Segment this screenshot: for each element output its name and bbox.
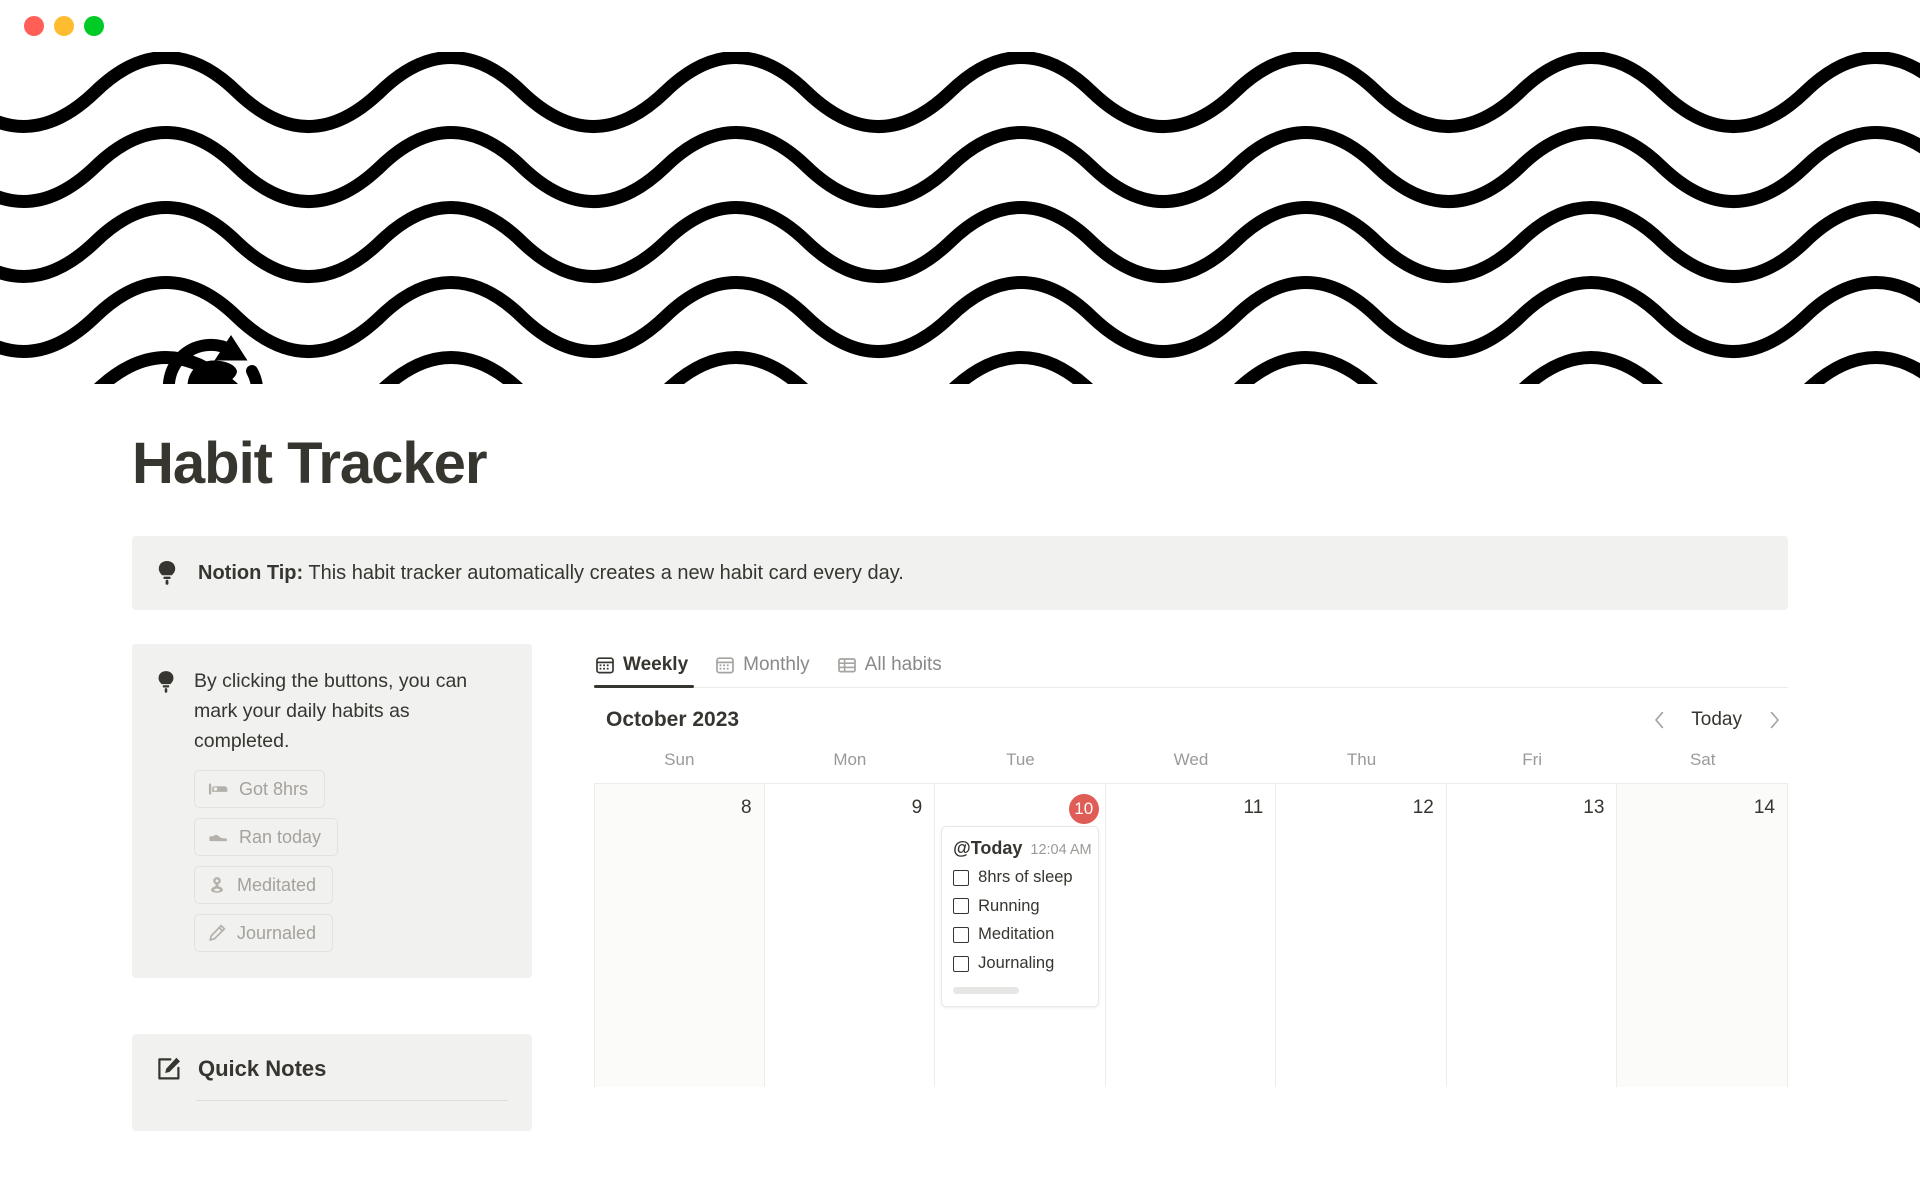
checkbox-label: Meditation — [978, 925, 1055, 944]
page-title: Habit Tracker — [132, 431, 488, 496]
weekday-label: Thu — [1346, 749, 1377, 769]
notion-tip-callout: Notion Tip: This habit tracker automatic… — [132, 535, 1788, 610]
weekday-label: Mon — [833, 749, 867, 769]
right-column: Weekly Monthly All habits October 2023 T… — [532, 644, 1788, 1132]
shoe-icon — [209, 835, 228, 842]
habit-buttons-callout: By clicking the buttons, you can mark yo… — [132, 643, 532, 979]
window-title-bar — [0, 0, 1920, 52]
habit-checkbox-row: 8hrs of sleep — [953, 868, 1088, 888]
event-card-placeholder-bar — [953, 986, 1020, 994]
notion-tip-text: Notion Tip: This habit tracker automatic… — [198, 558, 904, 588]
checkbox-running[interactable] — [953, 898, 970, 915]
habit-checkbox-row: Meditation — [953, 925, 1088, 945]
calendar-day-cell[interactable]: 9 — [764, 783, 936, 1087]
calendar-icon — [596, 657, 614, 674]
habit-button-ran-today[interactable]: Ran today — [194, 818, 339, 857]
notion-tip-label: Notion Tip: — [198, 561, 304, 584]
habit-button-got-8hrs[interactable]: Got 8hrs — [194, 770, 326, 809]
weekday-label: Wed — [1173, 749, 1209, 769]
checkbox-label: Journaling — [978, 954, 1055, 973]
event-card-time: 12:04 AM — [1030, 841, 1092, 858]
calendar-prev-button[interactable] — [1649, 709, 1669, 731]
pencil-icon — [209, 925, 226, 942]
chevron-right-icon — [1770, 711, 1779, 729]
checkbox-8hrs-of-sleep[interactable] — [953, 869, 970, 886]
calendar-header: October 2023 Today — [594, 688, 1788, 750]
event-card-title: @Today — [953, 837, 1023, 858]
habit-checkbox-row: Journaling — [953, 954, 1088, 974]
calendar-weekday-row: Sun Mon Tue Wed Thu Fri Sat — [594, 750, 1788, 783]
edit-square-icon — [158, 1058, 180, 1080]
habit-checkbox-row: Running — [953, 897, 1088, 917]
calendar-day-number: 9 — [911, 796, 923, 818]
weekday-label: Sun — [664, 749, 695, 769]
calendar-month-label: October 2023 — [606, 707, 740, 731]
chevron-left-icon — [1654, 711, 1664, 729]
view-tabs: Weekly Monthly All habits — [594, 644, 1788, 688]
tab-label: Weekly — [623, 653, 689, 675]
habit-button-label: Ran today — [239, 827, 322, 848]
calendar-day-number: 12 — [1412, 796, 1434, 818]
habit-button-meditated[interactable]: Meditated — [194, 866, 334, 905]
calendar-day-number: 11 — [1243, 796, 1264, 818]
calendar-day-cell[interactable]: 12 — [1276, 783, 1447, 1087]
content-columns: By clicking the buttons, you can mark yo… — [132, 643, 1788, 1132]
calendar-today-button[interactable]: Today — [1691, 709, 1742, 731]
checkbox-meditation[interactable] — [953, 927, 970, 944]
page-cover-banner — [0, 52, 1920, 384]
calendar-day-cell[interactable]: 13 — [1446, 783, 1618, 1087]
lightbulb-icon — [158, 560, 176, 585]
wave-pattern-icon — [0, 52, 1920, 384]
checkbox-label: 8hrs of sleep — [978, 867, 1073, 886]
weekday-label: Sat — [1689, 749, 1716, 769]
minimize-button[interactable] — [54, 16, 74, 36]
tab-label: Monthly — [743, 653, 810, 675]
calendar-next-button[interactable] — [1764, 709, 1784, 731]
calendar-day-number: 13 — [1583, 796, 1605, 818]
habit-button-list: Got 8hrs Ran today Meditated Journaled — [194, 770, 508, 953]
calendar-day-number: 8 — [740, 796, 752, 818]
calendar-navigation: Today — [1649, 709, 1784, 731]
quick-notes-divider — [196, 1100, 508, 1102]
habit-button-label: Meditated — [237, 875, 317, 896]
tab-monthly[interactable]: Monthly — [702, 654, 824, 687]
calendar-day-cell-today[interactable]: 10 @Today 12:04 AM 8hrs of sleep Running… — [935, 783, 1106, 1087]
quick-notes-title: Quick Notes — [198, 1056, 327, 1082]
calendar-day-number-today: 10 — [1068, 793, 1099, 824]
habit-button-journaled[interactable]: Journaled — [194, 914, 334, 953]
calendar-day-cell[interactable]: 14 — [1617, 783, 1788, 1087]
calendar-icon — [716, 657, 734, 674]
quick-notes-section: Quick Notes — [132, 1034, 532, 1132]
checkbox-journaling[interactable] — [953, 956, 970, 973]
left-column: By clicking the buttons, you can mark yo… — [132, 643, 532, 1132]
tab-label: All habits — [864, 653, 942, 675]
maximize-button[interactable] — [84, 16, 104, 36]
habit-loop-head-icon — [163, 335, 263, 384]
habit-buttons-callout-text: By clicking the buttons, you can mark yo… — [194, 669, 468, 753]
weekday-label: Fri — [1522, 749, 1543, 769]
calendar-day-number: 14 — [1753, 796, 1775, 818]
weekday-label: Tue — [1006, 749, 1035, 769]
notion-tip-body: This habit tracker automatically creates… — [303, 561, 904, 584]
habit-event-card[interactable]: @Today 12:04 AM 8hrs of sleep Running Me… — [941, 825, 1099, 1007]
close-button[interactable] — [24, 16, 44, 36]
bed-icon — [208, 783, 228, 795]
lightbulb-icon — [158, 670, 174, 693]
calendar-grid: 8 9 10 @Today 12:04 AM 8hrs of sleep Run… — [594, 782, 1788, 1087]
calendar-day-cell[interactable]: 11 — [1105, 783, 1277, 1087]
habit-button-label: Got 8hrs — [239, 779, 309, 800]
calendar-day-cell[interactable]: 8 — [594, 783, 765, 1087]
meditation-icon — [211, 877, 223, 894]
table-icon — [837, 657, 856, 673]
tab-weekly[interactable]: Weekly — [594, 653, 702, 688]
page-content: Habit Tracker Notion Tip: This habit tra… — [0, 384, 1920, 1200]
habit-button-label: Journaled — [237, 923, 317, 944]
tab-all-habits[interactable]: All habits — [824, 654, 956, 687]
checkbox-label: Running — [978, 896, 1040, 915]
